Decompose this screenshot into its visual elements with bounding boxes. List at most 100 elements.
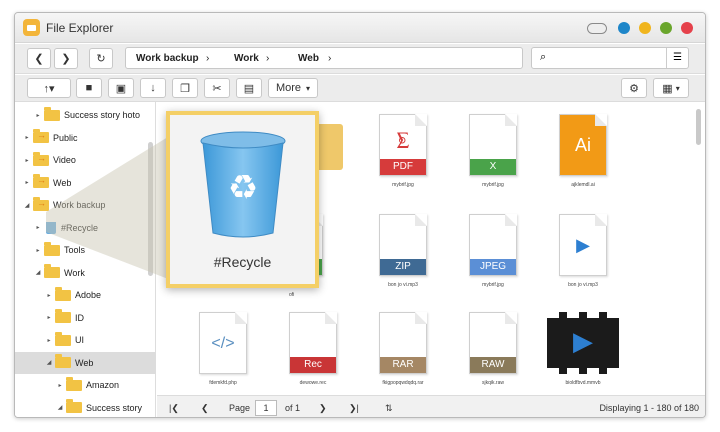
last-page-icon[interactable]: ❯|	[349, 403, 359, 414]
window-title: File Explorer	[46, 21, 114, 35]
document-icon: Rec	[289, 312, 337, 374]
folder-icon	[44, 264, 60, 278]
file-item[interactable]: ▶ bon jo vi.mp3	[545, 214, 621, 288]
forward-button[interactable]: ❯	[54, 48, 78, 69]
share-folder-button[interactable]: ▣	[108, 78, 134, 98]
file-item[interactable]: Rec dewowe.rec	[275, 312, 351, 386]
file-item[interactable]: ⨊ PDF mybrif.jpg	[365, 114, 441, 188]
download-button[interactable]: ↓	[140, 78, 166, 98]
sidebar-item[interactable]: ◢ Success story	[15, 397, 156, 418]
sidebar-item-label: ID	[75, 312, 84, 323]
search-input[interactable]: ⌕ ☰	[531, 47, 689, 69]
window-control-blue[interactable]	[618, 22, 630, 34]
refresh-button[interactable]: ↻	[89, 48, 113, 69]
collapsed-arrow-icon[interactable]: ▸	[34, 247, 42, 254]
view-mode-button[interactable]: ▦ ▾	[653, 78, 689, 98]
file-badge: Ai	[574, 135, 591, 155]
collapsed-arrow-icon[interactable]: ▸	[56, 382, 64, 389]
folder-icon	[66, 399, 82, 413]
breadcrumb-item-work-backup[interactable]: Work backup	[136, 53, 199, 64]
window-control-yellow[interactable]	[639, 22, 651, 34]
new-folder-button[interactable]: ■	[76, 78, 102, 98]
document-icon: Ai	[559, 114, 607, 176]
folder-icon	[55, 309, 71, 323]
file-item[interactable]: Xmybrif.jpg	[455, 114, 531, 188]
settings-button[interactable]: ⚙	[621, 78, 647, 98]
title-bar: File Explorer	[15, 13, 705, 43]
prev-page-icon[interactable]: ❮	[201, 403, 209, 414]
breadcrumb: Work backup › Work › Web ›	[125, 47, 523, 69]
file-name: bioldfbvd.mmvb	[565, 380, 601, 386]
window-pill-control[interactable]	[587, 23, 607, 34]
document-icon: </>	[199, 312, 247, 374]
file-name: mybrif.jpg	[482, 282, 504, 288]
sidebar-item[interactable]: ◢ Web	[15, 351, 156, 374]
shared-folder-icon	[33, 174, 49, 188]
sidebar-item[interactable]: ▸ ID	[15, 307, 156, 329]
collapsed-arrow-icon[interactable]: ▸	[34, 112, 42, 119]
document-icon: RAR	[379, 312, 427, 374]
copy-button[interactable]: ❐	[172, 78, 198, 98]
file-item[interactable]: ZIP bon jo vi.mp3	[365, 214, 441, 288]
share-folder-icon: ▣	[115, 82, 127, 95]
expanded-arrow-icon[interactable]: ◢	[45, 359, 53, 366]
paste-button[interactable]: ▤	[236, 78, 262, 98]
content-scrollbar[interactable]	[696, 109, 701, 145]
breadcrumb-separator-icon: ›	[328, 53, 332, 64]
document-icon: JPEG	[469, 214, 517, 276]
first-page-icon[interactable]: |❮	[169, 403, 179, 414]
page-number-input[interactable]: 1	[255, 400, 277, 416]
refresh-list-icon[interactable]: ⇅	[385, 403, 393, 414]
file-item[interactable]: Ai ajklemdl.ai	[545, 114, 621, 188]
sidebar-item-label: UI	[75, 335, 84, 345]
play-icon: ▶	[573, 326, 593, 356]
expanded-arrow-icon[interactable]: ◢	[23, 202, 31, 209]
expanded-arrow-icon[interactable]: ◢	[56, 404, 64, 411]
collapsed-arrow-icon[interactable]: ▸	[45, 292, 53, 299]
file-item[interactable]: ▶ bioldfbvd.mmvb	[545, 312, 621, 386]
expanded-arrow-icon[interactable]: ◢	[34, 269, 42, 276]
file-badge: RAR	[380, 357, 426, 373]
sidebar-item[interactable]: ▸ UI	[15, 329, 156, 351]
action-toolbar: ↑▾ ■ ▣ ↓ ❐ ✂ ▤ More ▾ ⚙ ▦ ▾	[15, 75, 705, 102]
document-icon: ⨊ PDF	[379, 114, 427, 176]
sidebar-item[interactable]: ▸ Adobe	[15, 284, 156, 306]
cut-button[interactable]: ✂	[204, 78, 230, 98]
document-icon: X	[469, 114, 517, 176]
folder-icon	[66, 376, 82, 391]
breadcrumb-item-web[interactable]: Web	[298, 53, 319, 64]
file-badge: Rec	[290, 357, 336, 373]
chevron-down-icon: ▾	[306, 83, 311, 93]
file-badge: ZIP	[380, 259, 426, 275]
window-control-green[interactable]	[660, 22, 672, 34]
collapsed-arrow-icon[interactable]: ▸	[23, 157, 31, 164]
file-item[interactable]: JPEG mybrif.jpg	[455, 214, 531, 288]
file-name: mybrif.jpg	[392, 182, 414, 188]
back-button[interactable]: ❮	[27, 48, 51, 69]
window-close-button[interactable]	[681, 22, 693, 34]
file-name: bon jo vi.mp3	[568, 282, 598, 288]
collapsed-arrow-icon[interactable]: ▸	[23, 179, 31, 186]
chevron-right-icon: ❯	[61, 53, 71, 65]
collapsed-arrow-icon[interactable]: ▸	[34, 224, 42, 231]
upload-button[interactable]: ↑▾	[27, 78, 71, 98]
collapsed-arrow-icon[interactable]: ▸	[45, 314, 53, 321]
next-page-icon[interactable]: ❯	[319, 403, 327, 414]
sidebar-item[interactable]: ▸ Public	[15, 127, 156, 149]
file-item[interactable]: RAR fkigpopqwdqdq.rar	[365, 312, 441, 386]
file-item[interactable]: RAW sjkqik.raw	[455, 312, 531, 386]
collapsed-arrow-icon[interactable]: ▸	[23, 134, 31, 141]
sidebar-item-label: Public	[53, 132, 78, 143]
search-options-icon[interactable]: ☰	[666, 48, 688, 68]
more-button[interactable]: More ▾	[268, 78, 318, 98]
collapsed-arrow-icon[interactable]: ▸	[45, 337, 53, 344]
sidebar-item[interactable]: ▸ Success story hoto	[15, 104, 156, 126]
folder-icon	[55, 286, 71, 301]
file-item[interactable]: </> fdemkfd.php	[185, 312, 261, 386]
recycle-zoom-callout: ♻ #Recycle	[166, 111, 319, 288]
breadcrumb-item-work[interactable]: Work	[234, 53, 259, 64]
refresh-icon: ↻	[96, 53, 106, 65]
sidebar-item-label: Video	[53, 155, 76, 165]
sidebar-item-label: Amazon	[86, 380, 120, 390]
sidebar-item[interactable]: ▸ Amazon	[15, 374, 156, 396]
